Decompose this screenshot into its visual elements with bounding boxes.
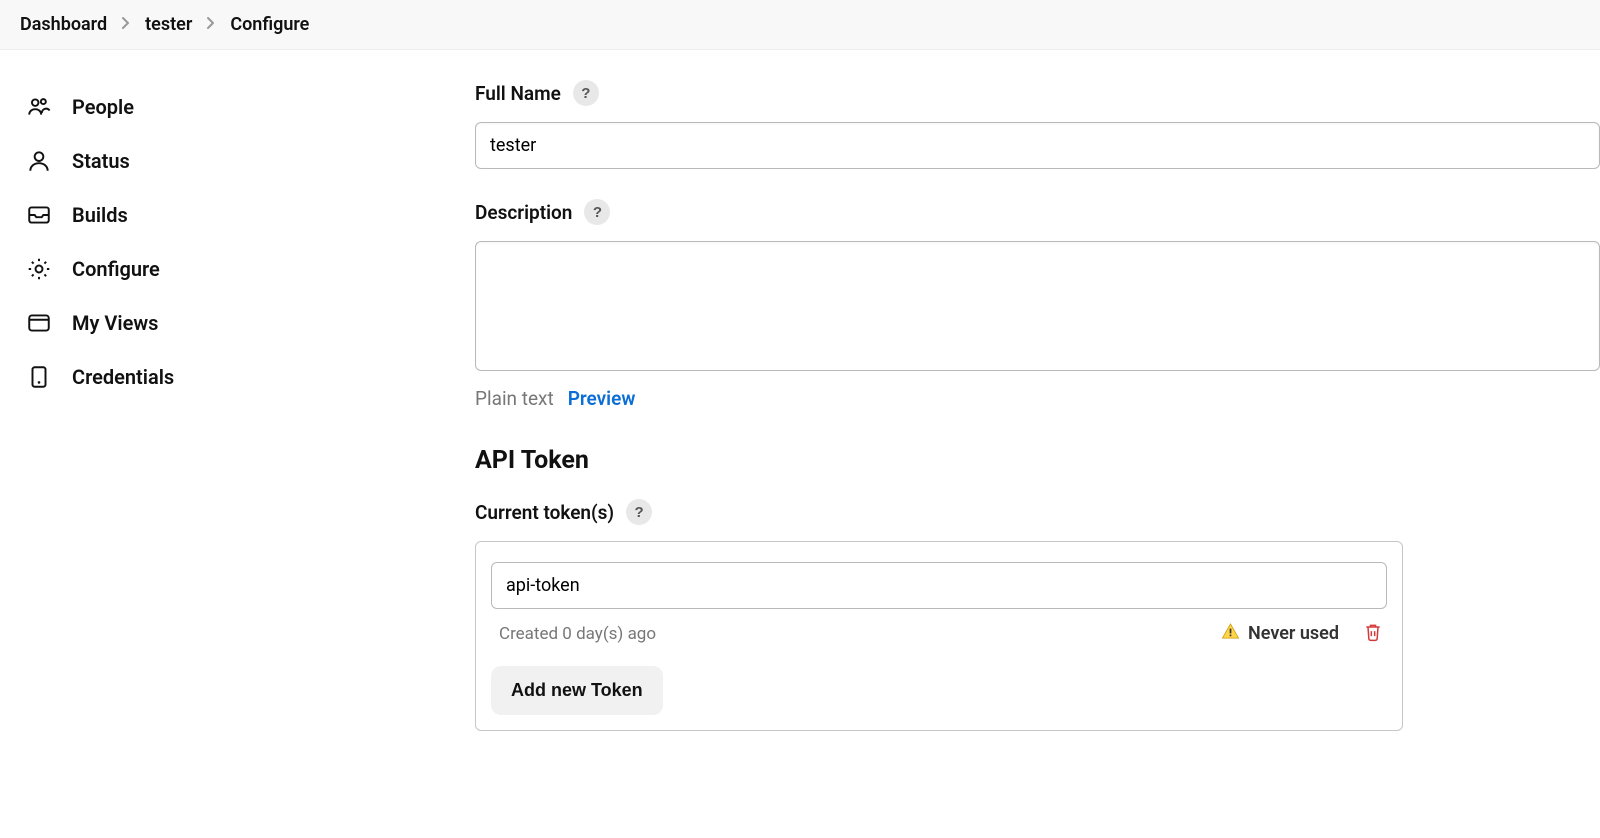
layout: People Status Builds Configure My Views [0, 50, 1600, 838]
breadcrumb-item-configure[interactable]: Configure [230, 14, 309, 35]
preview-link[interactable]: Preview [568, 387, 636, 410]
current-tokens-label: Current token(s) [475, 501, 614, 524]
sidebar: People Status Builds Configure My Views [0, 50, 430, 838]
field-current-tokens: Current token(s) ? Created 0 day(s) ago … [475, 499, 1600, 731]
breadcrumb: Dashboard tester Configure [0, 0, 1600, 50]
sidebar-item-people[interactable]: People [20, 80, 410, 134]
sidebar-item-label: Configure [72, 257, 160, 281]
user-icon [26, 148, 52, 174]
sidebar-item-label: My Views [72, 311, 158, 335]
token-never-used: Never used [1221, 622, 1339, 646]
window-icon [26, 310, 52, 336]
warning-icon [1221, 622, 1240, 646]
sidebar-item-label: Credentials [72, 365, 174, 389]
description-label: Description [475, 201, 572, 224]
sidebar-item-label: People [72, 95, 134, 119]
token-name-input[interactable] [491, 562, 1387, 609]
sidebar-item-status[interactable]: Status [20, 134, 410, 188]
help-icon[interactable]: ? [584, 199, 610, 225]
field-description: Description ? Plain text Preview [475, 199, 1600, 410]
add-new-token-button[interactable]: Add new Token [491, 666, 663, 715]
description-input[interactable] [475, 241, 1600, 371]
never-used-text: Never used [1248, 623, 1339, 644]
breadcrumb-item-tester[interactable]: tester [145, 14, 192, 35]
full-name-label: Full Name [475, 82, 561, 105]
help-icon[interactable]: ? [626, 499, 652, 525]
chevron-right-icon [121, 14, 131, 35]
badge-icon [26, 364, 52, 390]
chevron-right-icon [206, 14, 216, 35]
sidebar-item-builds[interactable]: Builds [20, 188, 410, 242]
sidebar-item-my-views[interactable]: My Views [20, 296, 410, 350]
sidebar-item-label: Status [72, 149, 130, 173]
breadcrumb-item-dashboard[interactable]: Dashboard [20, 14, 107, 35]
token-created-text: Created 0 day(s) ago [499, 624, 656, 644]
api-token-heading: API Token [475, 446, 1600, 475]
main-content: Full Name ? Description ? Plain text Pre… [430, 50, 1600, 838]
help-icon[interactable]: ? [573, 80, 599, 106]
token-box: Created 0 day(s) ago Never used [475, 541, 1403, 731]
trash-icon [1363, 631, 1383, 646]
plain-text-label: Plain text [475, 387, 554, 410]
people-icon [26, 94, 52, 120]
sidebar-item-credentials[interactable]: Credentials [20, 350, 410, 404]
full-name-input[interactable] [475, 122, 1600, 169]
gear-icon [26, 256, 52, 282]
sidebar-item-configure[interactable]: Configure [20, 242, 410, 296]
sidebar-item-label: Builds [72, 203, 128, 227]
inbox-icon [26, 202, 52, 228]
delete-token-button[interactable] [1363, 621, 1383, 646]
field-full-name: Full Name ? [475, 80, 1600, 169]
